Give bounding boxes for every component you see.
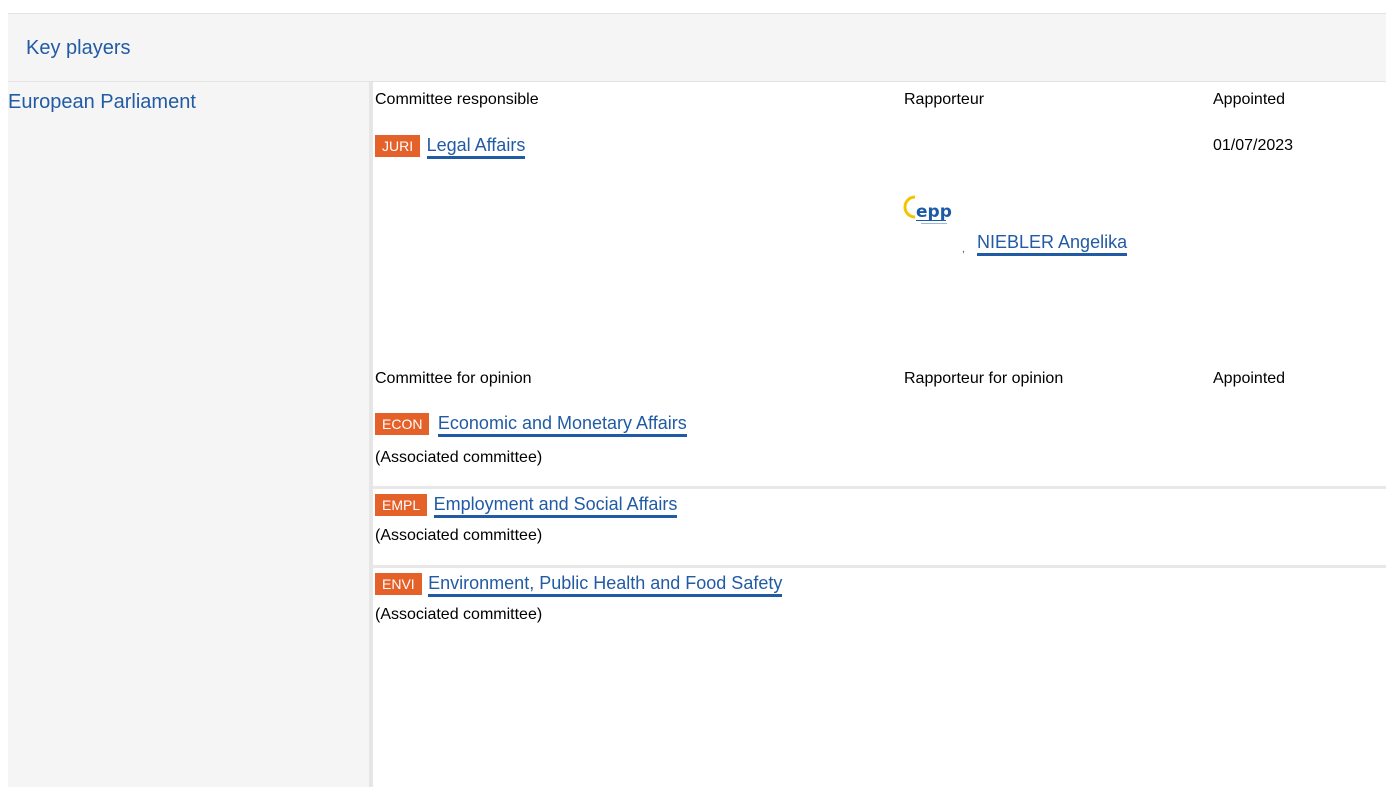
committee-row-envi: ENVI Environment, Public Health and Food… [375,573,783,597]
logo-comma: , [962,244,965,255]
committee-link-envi[interactable]: Environment, Public Health and Food Safe… [428,573,783,597]
associated-note: (Associated committee) [375,449,543,466]
committee-row-empl: EMPL Employment and Social Affairs [375,494,678,518]
appointed-date: 01/07/2023 [1213,137,1294,154]
committee-row-econ: ECON Economic and Monetary Affairs [375,413,687,437]
section-title: Key players [26,37,131,59]
svg-text:epp: epp [916,202,952,222]
committee-row-juri: JURI Legal Affairs [375,135,526,159]
rapporteur-opinion-header: Rapporteur for opinion [904,370,1064,387]
committee-link-empl[interactable]: Employment and Social Affairs [433,494,678,518]
institution-name: European Parliament [8,91,196,113]
committee-code-badge: ENVI [375,573,422,595]
committee-code-badge: ECON [375,413,430,435]
epp-group-logo: epp [899,189,965,239]
associated-note: (Associated committee) [375,527,543,544]
epp-logo-icon: epp [903,195,952,224]
row-divider [373,486,1386,489]
committee-responsible-header: Committee responsible [375,91,539,108]
committee-code-badge: JURI [375,135,421,157]
committee-opinion-header: Committee for opinion [375,370,532,387]
institution-column: European Parliament [8,82,373,787]
appointed-opinion-header: Appointed [1213,370,1286,387]
rapporteur-header: Rapporteur [904,91,985,108]
committee-code-badge: EMPL [375,494,428,516]
rapporteur-link-niebler[interactable]: NIEBLER Angelika [977,232,1128,256]
committee-link-econ[interactable]: Economic and Monetary Affairs [437,413,687,437]
appointed-header: Appointed [1213,91,1286,108]
row-divider [373,565,1386,568]
committee-link-legal-affairs[interactable]: Legal Affairs [426,135,526,159]
key-players-header: Key players [8,13,1386,82]
associated-note: (Associated committee) [375,606,543,623]
